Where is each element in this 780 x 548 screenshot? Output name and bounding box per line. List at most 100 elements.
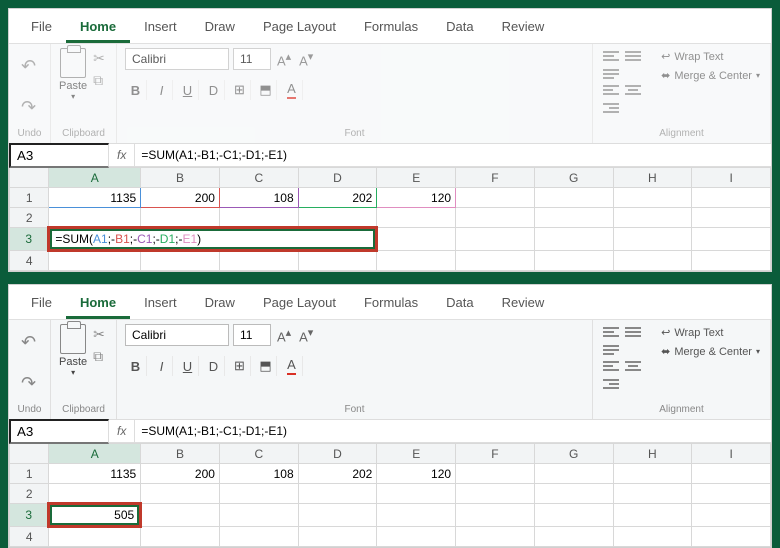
row-header-4[interactable]: 4 — [10, 527, 49, 547]
formula-input[interactable]: =SUM(A1;-B1;-C1;-D1;-E1) — [135, 421, 771, 441]
tab-formulas[interactable]: Formulas — [350, 289, 432, 319]
merge-center-button[interactable]: ⬌Merge & Center▾ — [659, 67, 762, 84]
align-center-icon[interactable] — [623, 82, 643, 98]
cell-f1[interactable] — [456, 188, 535, 208]
col-header-b[interactable]: B — [141, 168, 220, 188]
border-button[interactable]: ⊞ — [229, 356, 251, 376]
col-header-a[interactable]: A — [49, 444, 141, 464]
name-box[interactable] — [9, 143, 109, 168]
tab-home[interactable]: Home — [66, 13, 130, 43]
align-top-icon[interactable] — [601, 324, 621, 340]
col-header-g[interactable]: G — [534, 168, 613, 188]
font-size-select[interactable] — [233, 324, 271, 346]
cell-e1[interactable]: 120 — [377, 464, 456, 484]
col-header-i[interactable]: I — [692, 444, 771, 464]
tab-data[interactable]: Data — [432, 13, 487, 43]
row-header-2[interactable]: 2 — [10, 484, 49, 504]
tab-file[interactable]: File — [17, 13, 66, 43]
cell-b1[interactable]: 200 — [141, 188, 220, 208]
row-header-1[interactable]: 1 — [10, 188, 49, 208]
align-left-icon[interactable] — [601, 358, 621, 374]
col-header-e[interactable]: E — [377, 444, 456, 464]
formula-input[interactable]: =SUM(A1;-B1;-C1;-D1;-E1) — [135, 145, 771, 165]
tab-insert[interactable]: Insert — [130, 289, 191, 319]
name-box[interactable] — [9, 419, 109, 444]
tab-formulas[interactable]: Formulas — [350, 13, 432, 43]
align-top-icon[interactable] — [601, 48, 621, 64]
fill-color-button[interactable]: ⬒ — [255, 80, 277, 100]
copy-icon[interactable]: ⧉ — [93, 348, 105, 365]
strike-button[interactable]: D — [203, 356, 225, 376]
tab-page-layout[interactable]: Page Layout — [249, 289, 350, 319]
tab-data[interactable]: Data — [432, 289, 487, 319]
font-size-select[interactable] — [233, 48, 271, 70]
col-header-i[interactable]: I — [692, 168, 771, 188]
cell-a3-result[interactable]: 505 — [49, 504, 141, 527]
align-bottom-icon[interactable] — [601, 66, 621, 82]
align-bottom-icon[interactable] — [601, 342, 621, 358]
border-button[interactable]: ⊞ — [229, 80, 251, 100]
row-header-3[interactable]: 3 — [10, 504, 49, 527]
col-header-b[interactable]: B — [141, 444, 220, 464]
row-header-1[interactable]: 1 — [10, 464, 49, 484]
col-header-e[interactable]: E — [377, 168, 456, 188]
undo-icon[interactable]: ↶ — [17, 48, 40, 85]
redo-icon[interactable]: ↷ — [17, 89, 40, 126]
underline-button[interactable]: U — [177, 80, 199, 100]
copy-icon[interactable]: ⧉ — [93, 72, 105, 89]
col-header-d[interactable]: D — [298, 168, 377, 188]
align-right-icon[interactable] — [601, 376, 621, 392]
cut-icon[interactable]: ✂ — [93, 326, 105, 343]
cell-c1[interactable]: 108 — [219, 188, 298, 208]
col-header-h[interactable]: H — [613, 168, 692, 188]
align-middle-icon[interactable] — [623, 324, 643, 340]
underline-button[interactable]: U — [177, 356, 199, 376]
bold-button[interactable]: B — [125, 356, 147, 376]
fx-icon[interactable]: fx — [109, 420, 135, 442]
redo-icon[interactable]: ↷ — [17, 365, 40, 402]
font-color-button[interactable]: A — [281, 356, 303, 376]
fill-color-button[interactable]: ⬒ — [255, 356, 277, 376]
increase-font-icon[interactable]: A▴ — [275, 326, 293, 344]
font-color-button[interactable]: A — [281, 80, 303, 100]
tab-insert[interactable]: Insert — [130, 13, 191, 43]
merge-center-button[interactable]: ⬌Merge & Center▾ — [659, 343, 762, 360]
cell-d1[interactable]: 202 — [298, 464, 377, 484]
spreadsheet-grid-2[interactable]: A B C D E F G H I 1 1135 200 108 202 120… — [9, 443, 771, 547]
increase-font-icon[interactable]: A▴ — [275, 50, 293, 68]
col-header-f[interactable]: F — [456, 168, 535, 188]
decrease-font-icon[interactable]: A▾ — [297, 326, 315, 344]
col-header-c[interactable]: C — [219, 168, 298, 188]
align-left-icon[interactable] — [601, 82, 621, 98]
align-center-icon[interactable] — [623, 358, 643, 374]
cell-d1[interactable]: 202 — [298, 188, 377, 208]
cut-icon[interactable]: ✂ — [93, 50, 105, 67]
col-header-h[interactable]: H — [613, 444, 692, 464]
cell-a1[interactable]: 1135 — [49, 188, 141, 208]
fx-icon[interactable]: fx — [109, 144, 135, 166]
select-all-corner[interactable] — [10, 168, 49, 188]
bold-button[interactable]: B — [125, 80, 147, 100]
row-header-2[interactable]: 2 — [10, 208, 49, 228]
font-name-select[interactable] — [125, 48, 229, 70]
wrap-text-button[interactable]: ↩Wrap Text — [659, 48, 762, 65]
undo-icon[interactable]: ↶ — [17, 324, 40, 361]
wrap-text-button[interactable]: ↩Wrap Text — [659, 324, 762, 341]
cell-c1[interactable]: 108 — [219, 464, 298, 484]
align-right-icon[interactable] — [601, 100, 621, 116]
tab-draw[interactable]: Draw — [191, 289, 249, 319]
cell-b1[interactable]: 200 — [141, 464, 220, 484]
tab-file[interactable]: File — [17, 289, 66, 319]
paste-button[interactable]: Paste▾ — [59, 324, 87, 377]
col-header-g[interactable]: G — [534, 444, 613, 464]
italic-button[interactable]: I — [151, 356, 173, 376]
decrease-font-icon[interactable]: A▾ — [297, 50, 315, 68]
cell-a3-editing[interactable]: =SUM(A1;-B1;-C1;-D1;-E1) — [49, 228, 377, 251]
tab-draw[interactable]: Draw — [191, 13, 249, 43]
tab-page-layout[interactable]: Page Layout — [249, 13, 350, 43]
spreadsheet-grid[interactable]: A B C D E F G H I 1 1135 200 108 202 120… — [9, 167, 771, 271]
strike-button[interactable]: D — [203, 80, 225, 100]
cell-e1[interactable]: 120 — [377, 188, 456, 208]
align-middle-icon[interactable] — [623, 48, 643, 64]
col-header-c[interactable]: C — [219, 444, 298, 464]
